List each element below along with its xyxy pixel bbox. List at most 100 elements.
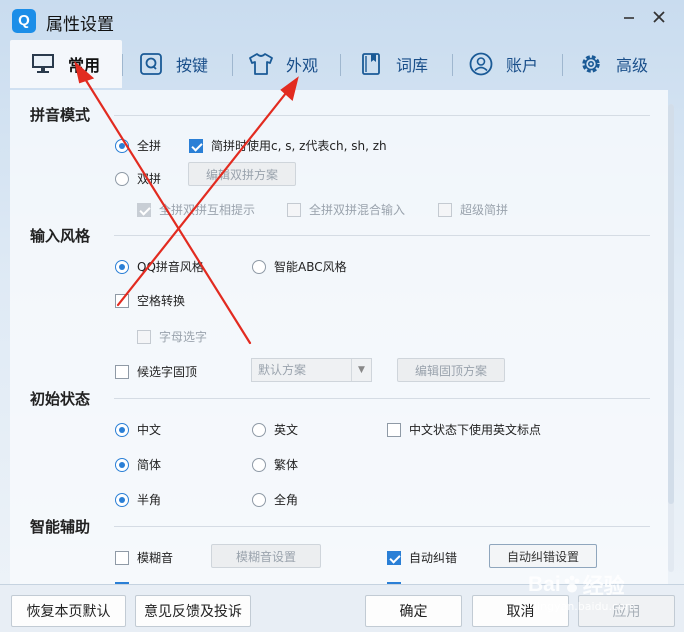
tab-appearance[interactable]: 外观 <box>248 40 318 88</box>
edit-double-scheme-button[interactable]: 编辑双拼方案 <box>188 162 296 186</box>
english-radio[interactable]: 英文 <box>252 421 298 438</box>
auto-correct-label: 自动纠错 <box>409 551 458 565</box>
full-pinyin-radio[interactable]: 全拼 <box>115 137 161 154</box>
checkbox-checked[interactable] <box>189 138 203 153</box>
scrollbar-thumb[interactable] <box>668 104 674 504</box>
section-title-input-style: 输入风格 <box>30 227 91 245</box>
full-pinyin-label: 全拼 <box>137 139 162 153</box>
radio-selected[interactable] <box>115 457 129 472</box>
half-width-radio[interactable]: 半角 <box>115 491 161 508</box>
fixed-candidates-label: 候选字固顶 <box>137 365 198 379</box>
dialog-footer: 恢复本页默认 意见反馈及投诉 确定 取消 应用 <box>0 584 684 632</box>
radio-unselected[interactable] <box>252 457 266 472</box>
radio-unselected[interactable] <box>252 422 266 437</box>
simple-pinyin-checkbox[interactable]: 简拼时使用c, s, z代表ch, sh, zh <box>189 137 387 154</box>
double-pinyin-label: 双拼 <box>137 172 162 186</box>
tab-appearance-label: 外观 <box>286 56 319 75</box>
tab-divider <box>340 54 341 76</box>
super-simple-checkbox[interactable]: 超级简拼 <box>438 201 508 218</box>
checkbox-disabled[interactable] <box>438 202 452 217</box>
simplified-label: 简体 <box>137 458 162 472</box>
tab-divider <box>452 54 453 76</box>
minimize-button[interactable] <box>618 8 640 30</box>
auto-correct-settings-button[interactable]: 自动纠错设置 <box>489 544 597 568</box>
settings-tabs: 常用 按键 外观 词库 账户 高级 <box>10 40 674 90</box>
english-punct-checkbox[interactable]: 中文状态下使用英文标点 <box>387 421 541 438</box>
english-punct-label: 中文状态下使用英文标点 <box>409 423 542 437</box>
section-title-pinyin-mode: 拼音模式 <box>30 106 91 124</box>
full-double-mix-checkbox[interactable]: 全拼双拼混合输入 <box>287 201 405 218</box>
tab-advanced-label: 高级 <box>616 56 649 75</box>
fixed-scheme-select[interactable]: 默认方案 ▼ <box>251 358 372 382</box>
fixed-candidates-checkbox[interactable]: 候选字固顶 <box>115 363 197 380</box>
cancel-button[interactable]: 取消 <box>472 595 569 627</box>
tab-keys-label: 按键 <box>176 56 209 75</box>
user-icon <box>468 52 494 76</box>
full-double-hint-label: 全拼双拼互相提示 <box>159 203 256 217</box>
chinese-radio[interactable]: 中文 <box>115 421 161 438</box>
tab-divider <box>562 54 563 76</box>
radio-selected[interactable] <box>115 138 129 153</box>
abc-style-label: 智能ABC风格 <box>274 260 347 274</box>
restore-defaults-button[interactable]: 恢复本页默认 <box>11 595 126 627</box>
close-button[interactable] <box>648 8 670 30</box>
auto-correct-checkbox[interactable]: 自动纠错 <box>387 549 457 566</box>
close-icon <box>653 11 665 23</box>
fuzzy-checkbox[interactable]: 模糊音 <box>115 549 173 566</box>
letter-select-label: 字母选字 <box>159 330 208 344</box>
tab-divider <box>232 54 233 76</box>
tab-common-label: 常用 <box>68 56 101 75</box>
radio-unselected[interactable] <box>252 492 266 507</box>
full-width-radio[interactable]: 全角 <box>252 491 298 508</box>
english-label: 英文 <box>274 423 299 437</box>
qq-style-radio[interactable]: QQ拼音风格 <box>115 258 204 275</box>
fuzzy-settings-button[interactable]: 模糊音设置 <box>211 544 321 568</box>
checkbox-unchecked[interactable] <box>115 293 129 308</box>
title-bar: Q 属性设置 <box>0 0 684 40</box>
edit-fixed-scheme-button[interactable]: 编辑固顶方案 <box>397 358 505 382</box>
checkbox-disabled-checked[interactable] <box>137 202 151 217</box>
tab-common[interactable]: 常用 <box>10 40 122 88</box>
section-divider <box>114 398 650 399</box>
tab-divider <box>122 54 123 76</box>
feedback-button[interactable]: 意见反馈及投诉 <box>135 595 251 627</box>
traditional-radio[interactable]: 繁体 <box>252 456 298 473</box>
section-divider <box>114 235 650 236</box>
minimize-icon <box>624 17 634 19</box>
radio-unselected[interactable] <box>115 171 129 186</box>
ok-button[interactable]: 确定 <box>365 595 462 627</box>
double-pinyin-radio[interactable]: 双拼 <box>115 170 161 187</box>
full-double-hint-checkbox[interactable]: 全拼双拼互相提示 <box>137 201 255 218</box>
radio-selected[interactable] <box>115 422 129 437</box>
super-simple-label: 超级简拼 <box>460 203 509 217</box>
checkbox-disabled[interactable] <box>137 329 151 344</box>
checkbox-unchecked[interactable] <box>115 550 129 565</box>
radio-unselected[interactable] <box>252 259 266 274</box>
checkbox-checked[interactable] <box>387 550 401 565</box>
space-convert-label: 空格转换 <box>137 294 186 308</box>
letter-select-checkbox[interactable]: 字母选字 <box>137 328 207 345</box>
radio-selected[interactable] <box>115 492 129 507</box>
simplified-radio[interactable]: 简体 <box>115 456 161 473</box>
space-convert-checkbox[interactable]: 空格转换 <box>115 292 185 309</box>
tab-advanced[interactable]: 高级 <box>578 40 648 88</box>
vertical-scrollbar[interactable] <box>666 92 676 582</box>
simple-pinyin-label: 简拼时使用c, s, z代表ch, sh, zh <box>211 139 387 153</box>
apply-button[interactable]: 应用 <box>578 595 675 627</box>
tab-account[interactable]: 账户 <box>468 40 538 88</box>
abc-style-radio[interactable]: 智能ABC风格 <box>252 258 347 275</box>
checkbox-unchecked[interactable] <box>115 364 129 379</box>
tab-dictionary[interactable]: 词库 <box>358 40 428 88</box>
monitor-icon <box>30 52 56 76</box>
chinese-label: 中文 <box>137 423 162 437</box>
checkbox-unchecked[interactable] <box>387 422 401 437</box>
section-divider <box>114 526 650 527</box>
radio-selected[interactable] <box>115 259 129 274</box>
chevron-down-icon: ▼ <box>351 359 371 381</box>
traditional-label: 繁体 <box>274 458 299 472</box>
tab-keys[interactable]: 按键 <box>138 40 208 88</box>
checkbox-disabled[interactable] <box>287 202 301 217</box>
qq-style-label: QQ拼音风格 <box>137 260 204 274</box>
section-title-initial-state: 初始状态 <box>30 390 91 408</box>
tab-dictionary-label: 词库 <box>396 56 429 75</box>
